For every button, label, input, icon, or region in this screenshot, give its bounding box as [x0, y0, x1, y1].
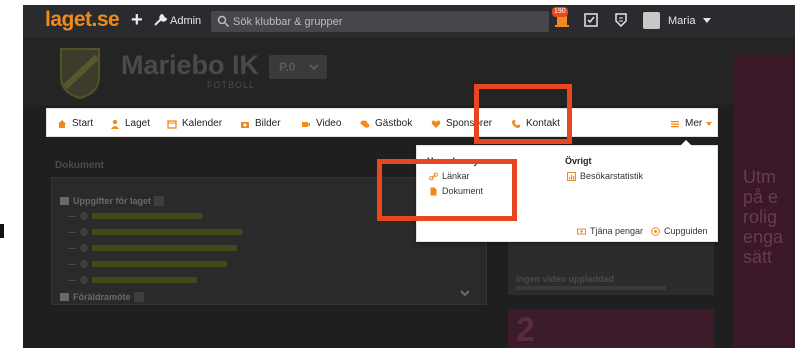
chat-icon — [360, 120, 370, 128]
document-row[interactable] — [68, 276, 197, 284]
calendar-icon — [167, 119, 177, 129]
user-name[interactable]: Maria — [668, 15, 696, 27]
link-tjana-pengar[interactable]: Tjäna pengar — [577, 226, 643, 236]
folder-uppgifter[interactable]: Uppgifter för laget — [60, 196, 164, 206]
folder-icon — [60, 197, 69, 205]
other-heading: Övrigt — [565, 156, 592, 166]
folder-icon — [60, 293, 69, 301]
ad-line: enga — [743, 227, 784, 247]
menu-item-bilder[interactable]: Bilder — [240, 109, 281, 138]
folder-name: Uppgifter för laget — [73, 196, 151, 206]
admin-label: Admin — [170, 15, 202, 27]
document-row[interactable] — [68, 260, 227, 268]
menu-item-label: Kalender — [182, 118, 223, 129]
search-icon — [217, 15, 230, 28]
wrench-icon — [154, 14, 167, 26]
highlight-box-kontakt — [474, 84, 572, 144]
globe-icon — [80, 228, 88, 236]
club-header: Mariebo IK FOTBOLL P.0 — [23, 37, 795, 105]
globe-icon — [80, 276, 88, 284]
chart-icon — [567, 171, 576, 181]
link-label: Tjäna pengar — [590, 226, 644, 236]
admin-link[interactable]: Admin — [153, 14, 201, 27]
chevron-down-icon[interactable] — [460, 289, 470, 297]
user-caret-icon[interactable] — [703, 18, 711, 23]
promo-panel — [508, 309, 714, 348]
club-subtitle: FOTBOLL — [207, 80, 256, 90]
shield-icon[interactable] — [614, 13, 628, 27]
club-name: Mariebo IK — [121, 50, 260, 80]
cup-icon — [651, 226, 660, 236]
menu-item-label: Video — [316, 118, 342, 129]
left-edge-mark — [0, 224, 4, 238]
chevron-down-icon — [309, 64, 319, 71]
club-crest-icon — [60, 48, 100, 99]
main-menu-bar: Start Laget Kalender Bilder Video Gästbo… — [46, 108, 718, 137]
camera-icon — [241, 121, 249, 128]
search-box[interactable] — [211, 11, 549, 32]
search-input[interactable] — [233, 11, 543, 32]
dropdown-notch — [680, 140, 692, 146]
globe-icon — [80, 260, 88, 268]
user-icon — [111, 119, 119, 129]
hamburger-icon — [671, 120, 679, 127]
menu-item-video[interactable]: Video — [301, 109, 341, 138]
screenshot-stage: laget.se + Admin 190 Maria Mariebo IK FO — [0, 0, 795, 348]
highlight-box-dokument — [377, 159, 517, 221]
menu-item-label: Bilder — [255, 118, 281, 129]
menu-item-label: Laget — [125, 118, 151, 129]
team-selector[interactable]: P.0 — [269, 55, 327, 79]
document-row[interactable] — [68, 228, 242, 236]
create-plus-icon[interactable]: + — [131, 10, 143, 30]
document-row[interactable] — [68, 212, 202, 220]
notification-badge: 190 — [552, 7, 568, 17]
money-icon — [577, 228, 586, 234]
promo-digit: 2 — [516, 311, 535, 348]
menu-item-label: Start — [72, 118, 94, 129]
link-label: Cupguiden — [664, 226, 708, 236]
avatar[interactable] — [643, 12, 660, 29]
globe-icon — [80, 244, 88, 252]
folder-count-badge — [133, 292, 144, 302]
folder-count-badge — [154, 196, 164, 206]
top-navigation-bar: laget.se + Admin 190 Maria — [23, 5, 795, 37]
video-icon — [302, 121, 310, 127]
menu-item-gastbok[interactable]: Gästbok — [360, 109, 412, 138]
globe-icon — [80, 212, 88, 220]
link-cupguiden[interactable]: Cupguiden — [651, 226, 708, 236]
menu-item-kalender[interactable]: Kalender — [167, 109, 222, 138]
checklist-icon[interactable] — [584, 13, 598, 27]
caret-down-icon — [706, 121, 713, 126]
menu-item-start[interactable]: Start — [57, 109, 93, 138]
video-empty-title: Ingen video uppladdad — [516, 274, 615, 284]
ad-line: Utm — [743, 167, 776, 187]
ad-line: sätt — [743, 247, 773, 267]
notifications-button[interactable]: 190 — [552, 7, 570, 30]
document-row[interactable] — [68, 244, 237, 252]
link-besokarstatistik[interactable]: Besökarstatistik — [567, 171, 643, 181]
menu-item-mer[interactable]: Mer — [670, 109, 713, 138]
browser-viewport: laget.se + Admin 190 Maria Mariebo IK FO — [23, 5, 795, 348]
ad-line: rolig — [743, 207, 778, 227]
heart-icon — [431, 120, 441, 128]
menu-item-laget[interactable]: Laget — [110, 109, 150, 138]
menu-item-label: Gästbok — [375, 118, 413, 129]
home-icon — [58, 119, 66, 128]
documents-title: Dokument — [55, 160, 104, 171]
video-empty-subtitle — [516, 285, 666, 292]
link-label: Besökarstatistik — [580, 171, 644, 181]
site-logo[interactable]: laget.se — [45, 8, 120, 32]
ad-line: på e — [743, 187, 779, 207]
folder-name: Föräldramöte — [73, 292, 131, 302]
menu-item-label: Mer — [685, 118, 703, 129]
team-selector-label: P.0 — [279, 60, 296, 74]
folder-foraldramote[interactable]: Föräldramöte — [60, 292, 144, 302]
